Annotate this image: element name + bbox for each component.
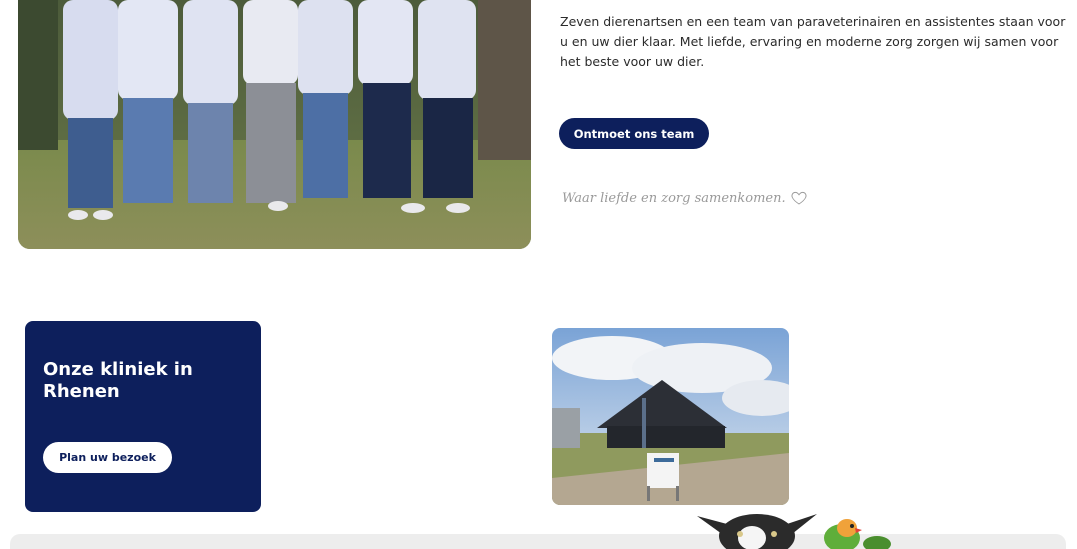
clinic-title: Onze kliniek in Rhenen [43, 359, 193, 402]
goat-icon [697, 514, 817, 549]
tagline: Waar liefde en zorg samenkomen. [562, 189, 808, 207]
meet-team-button[interactable]: Ontmoet ons team [559, 118, 709, 149]
clinic-photo [552, 328, 789, 505]
footer-band [10, 534, 1066, 549]
animals-illustration [692, 506, 892, 549]
clinic-card: Onze kliniek in Rhenen Plan uw bezoek [25, 321, 261, 512]
heart-outline-icon [790, 189, 808, 207]
tagline-text: Waar liefde en zorg samenkomen. [562, 190, 786, 206]
plan-visit-button[interactable]: Plan uw bezoek [43, 442, 172, 473]
team-photo [18, 0, 531, 249]
team-intro-text: Zeven dierenartsen en een team van parav… [560, 14, 1066, 69]
parrot-icon [824, 519, 891, 549]
